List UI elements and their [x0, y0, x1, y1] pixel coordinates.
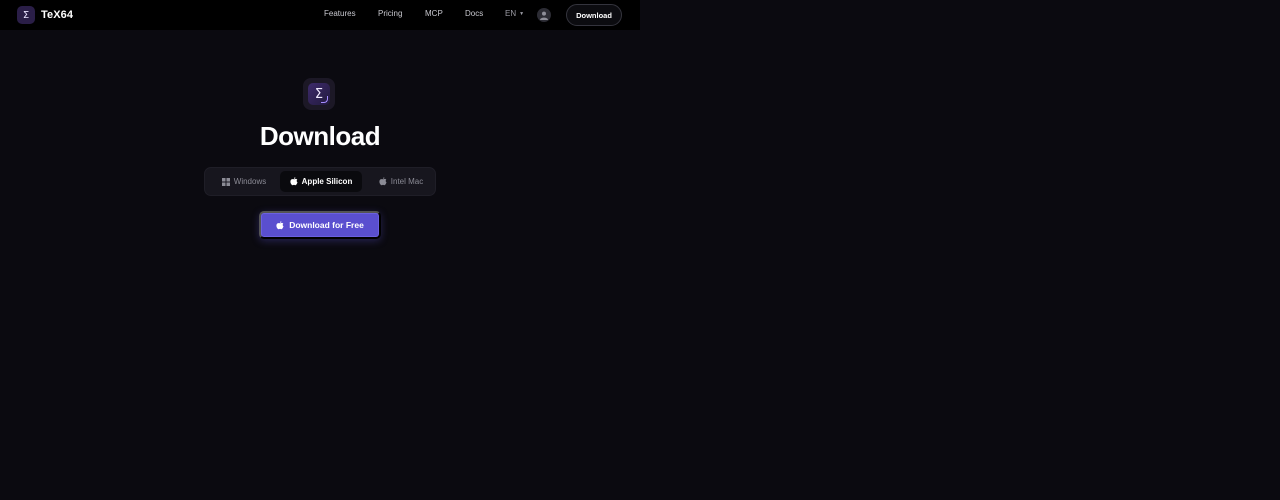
user-silhouette-icon	[540, 11, 548, 20]
tab-intel-mac[interactable]: Intel Mac	[371, 171, 431, 192]
brand-link[interactable]: Σ TeX64	[17, 6, 73, 24]
apple-icon	[379, 177, 387, 186]
tab-intel-mac-label: Intel Mac	[390, 177, 424, 186]
apple-icon	[276, 220, 284, 229]
tab-apple-silicon[interactable]: Apple Silicon	[280, 171, 362, 192]
apple-icon	[290, 177, 298, 186]
tab-apple-silicon-label: Apple Silicon	[301, 177, 353, 186]
top-navigation: Σ TeX64 Features Pricing MCP Docs EN ▼ D…	[0, 0, 640, 30]
nav-docs-link[interactable]: Docs	[465, 9, 483, 18]
download-page: Σ TeX64 Features Pricing MCP Docs EN ▼ D…	[0, 0, 1280, 500]
language-label: EN	[505, 9, 517, 18]
sigma-logo-icon: Σ	[17, 6, 35, 24]
tab-windows-label: Windows	[233, 177, 267, 186]
brand-name: TeX64	[41, 9, 74, 21]
chevron-down-icon: ▼	[519, 10, 525, 17]
nav-pricing-link[interactable]: Pricing	[378, 9, 402, 18]
sigma-logo-icon: Σ	[308, 83, 330, 105]
platform-tabs: Windows Apple Silicon Intel Mac	[204, 167, 436, 196]
nav-features-link[interactable]: Features	[324, 9, 356, 18]
download-for-free-button[interactable]: Download for Free	[259, 211, 381, 239]
nav-mcp-link[interactable]: MCP	[425, 9, 443, 18]
windows-icon	[221, 177, 230, 186]
app-logo: Σ	[303, 78, 335, 110]
language-selector[interactable]: EN ▼	[505, 9, 524, 18]
download-for-free-label: Download for Free	[289, 220, 364, 230]
header-download-button[interactable]: Download	[566, 4, 622, 26]
page-title: Download	[259, 121, 381, 151]
user-icon[interactable]	[537, 8, 551, 22]
tab-windows[interactable]: Windows	[213, 171, 275, 192]
